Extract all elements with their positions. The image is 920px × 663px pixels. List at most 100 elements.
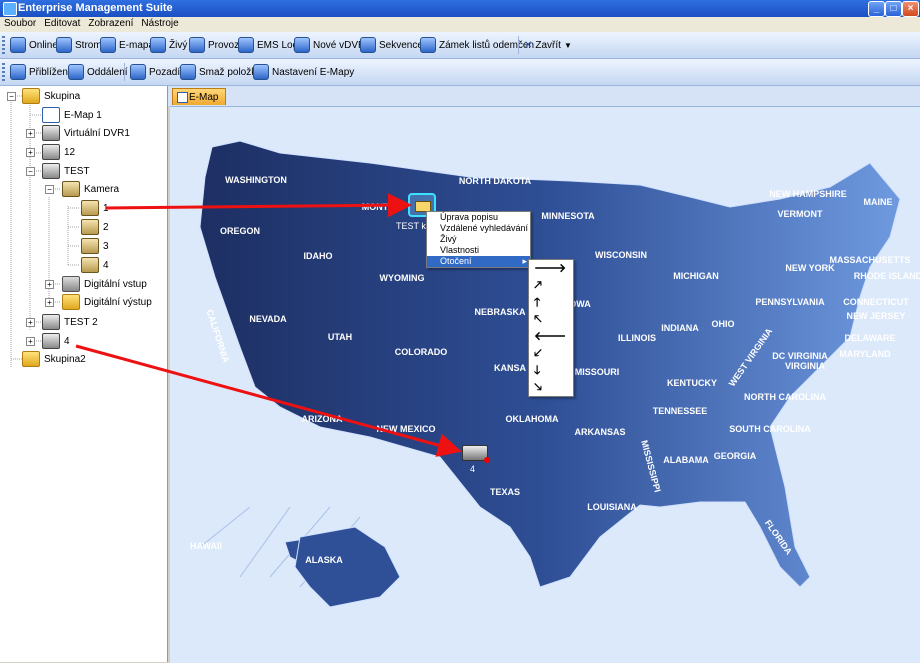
state-label-connecticut: CONNECTICUT [843,297,909,307]
state-label-nevada: NEVADA [249,314,287,324]
emap-settings-button[interactable]: Nastavení E-Mapy [253,62,354,82]
live-icon [150,37,166,53]
rotate-left-icon[interactable]: 🡐 [529,328,573,345]
digital-output-icon [62,294,80,310]
tree-dvr-4[interactable]: 4 [42,333,70,349]
tree-label: Digitální výstup [84,296,152,308]
emap-button[interactable]: E-mapa [100,35,154,55]
tree-camera-folder[interactable]: Kamera [62,181,119,197]
zoom-out-button[interactable]: Oddálení [68,62,128,82]
tree-button[interactable]: Strom [56,35,102,55]
collapse-toggle[interactable]: − [7,92,16,101]
context-menu: Úprava popisu Vzdálené vyhledávání Živý … [426,211,531,268]
rotate-right-icon[interactable]: 🡒 [529,260,573,277]
state-label-ohio: OHIO [711,319,734,329]
tree-group-skupina[interactable]: Skupina [22,88,80,104]
tab-emap-1[interactable]: E-Map 1 [172,88,226,120]
tree-label: TEST 2 [64,316,98,328]
tree-dvr-12[interactable]: 12 [42,144,75,160]
delete-item-button[interactable]: Smaž položku [180,62,262,82]
state-label-wisconsin: WISCONSIN [595,250,647,260]
background-button[interactable]: Pozadí [130,62,180,82]
menu-live[interactable]: Živý [427,234,530,245]
tree-digital-output[interactable]: Digitální výstup [62,294,152,310]
menu-soubor[interactable]: Soubor [0,17,40,29]
rotate-up-left-icon[interactable]: 🡔 [529,311,573,328]
menu-editovat[interactable]: Editovat [40,17,84,29]
collapse-toggle[interactable]: − [45,185,54,194]
state-label-texas: TEXAS [490,487,520,497]
close-tab-label: Zavřít [535,39,561,51]
close-button[interactable]: × [902,1,919,17]
tree-label: 4 [64,335,70,347]
zoom-in-button[interactable]: Přiblížení [10,62,71,82]
state-label-tennessee: TENNESSEE [653,406,708,416]
collapse-toggle[interactable]: − [26,167,35,176]
expand-toggle[interactable]: + [26,129,35,138]
dvr-icon [42,163,60,179]
expand-toggle[interactable]: + [45,280,54,289]
state-label-oklahoma: OKLAHOMA [506,414,559,424]
expand-toggle[interactable]: + [45,298,54,307]
state-label-dc-virginia: DC VIRGINIA [772,351,828,361]
rotate-down-right-icon[interactable]: 🡖 [529,379,573,396]
state-label-california: CALIFORNIA [205,308,232,364]
state-label-washington: WASHINGTON [225,175,287,185]
toolbar-grip[interactable] [2,36,5,54]
new-vdvr-button[interactable]: Nové vDVR [294,35,365,55]
provoz-button[interactable]: Provoz [189,35,239,55]
expand-toggle[interactable]: + [26,337,35,346]
tree-group-skupina2[interactable]: Skupina2 [22,351,86,367]
zoom-out-label: Oddálení [87,66,128,78]
emap-toolbar: Přiblížení Oddálení Pozadí Smaž položku … [0,59,920,86]
tree-camera-1[interactable]: 1 [81,200,109,216]
tree-label: Strom [75,39,102,51]
menu-remote-search[interactable]: Vzdálené vyhledávání [427,223,530,234]
dvr-icon [42,333,60,349]
live-button[interactable]: Živý [150,35,187,55]
close-tab-button[interactable]: ✕ Zavřít ▼ [524,35,572,55]
menu-nastroje[interactable]: Nástroje [137,17,182,29]
state-label-wyoming: WYOMING [380,273,425,283]
tree-camera-3[interactable]: 3 [81,238,109,254]
settings-icon [253,64,269,80]
device-tree: − Skupina E-Map 1 + Virtuální DVR1 + 12 … [0,86,168,662]
menu-zobrazeni[interactable]: Zobrazení [84,17,137,29]
toolbar-grip[interactable] [2,63,5,81]
rotate-up-right-icon[interactable]: 🡕 [529,277,573,294]
rotate-up-icon[interactable]: 🡑 [529,294,573,311]
state-label-new-jersey: NEW JERSEY [846,311,905,321]
tree-dvr-test[interactable]: TEST [42,163,90,179]
tree-digital-input[interactable]: Digitální vstup [62,276,147,292]
lock-button[interactable]: Zámek listů odemčen [420,35,534,55]
state-label-north-carolina: NORTH CAROLINA [744,392,826,402]
maximize-button[interactable]: □ [885,1,902,17]
state-label-new-hampshire: NEW HAMPSHIRE [769,189,847,199]
state-label-arizona: ARIZONA [302,414,343,424]
chevron-down-icon: ▼ [563,40,572,50]
tree-vdvr[interactable]: Virtuální DVR1 [42,125,130,141]
tree-label: Virtuální DVR1 [64,127,130,139]
menu-rotation[interactable]: Otočení [427,256,530,267]
expand-toggle[interactable]: + [26,318,35,327]
tree-emap[interactable]: E-Map 1 [42,107,102,123]
lock-label: Zámek listů odemčen [439,39,535,51]
rotate-down-icon[interactable]: 🡓 [529,362,573,379]
state-label-hawaii: HAWAII [190,541,222,551]
menu-properties[interactable]: Vlastnosti [427,245,530,256]
online-button[interactable]: Online [10,35,58,55]
tree-camera-2[interactable]: 2 [81,219,109,235]
emap-icon [42,107,60,123]
sequence-button[interactable]: Sekvence [360,35,423,55]
state-label-virginia: VIRGINIA [785,361,826,371]
expand-toggle[interactable]: + [26,148,35,157]
menu-edit-label[interactable]: Úprava popisu [427,212,530,223]
tree-camera-4[interactable]: 4 [81,257,109,273]
ems-log-button[interactable]: EMS Log [238,35,298,55]
tree-dvr-test2[interactable]: TEST 2 [42,314,98,330]
state-label-kentucky: KENTUCKY [667,378,717,388]
dvr-marker[interactable] [462,445,490,463]
rotate-down-left-icon[interactable]: 🡗 [529,345,573,362]
camera-icon [81,257,99,273]
minimize-button[interactable]: _ [868,1,885,17]
